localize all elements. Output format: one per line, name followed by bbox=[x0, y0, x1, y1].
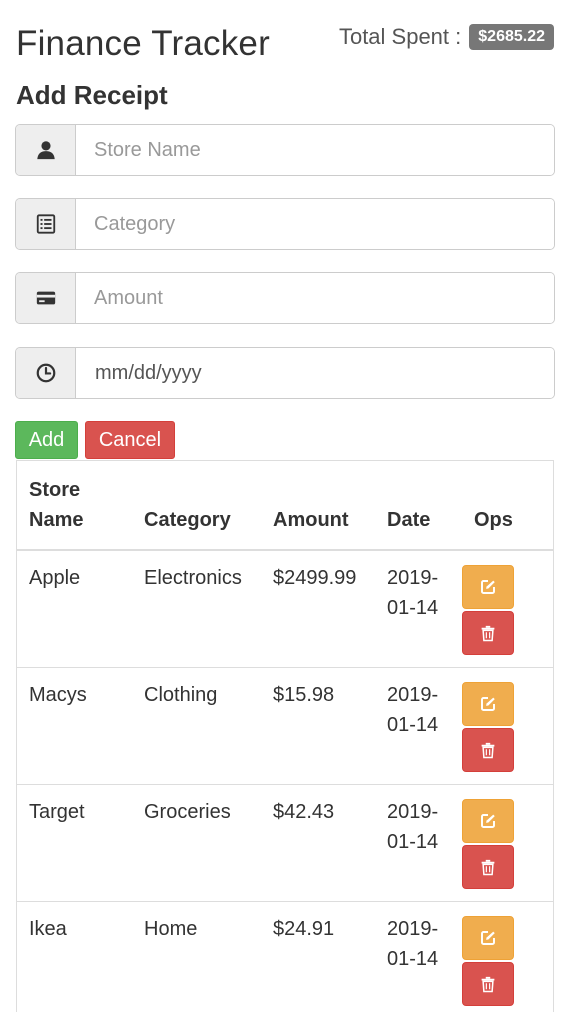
delete-button[interactable] bbox=[462, 727, 514, 772]
total-spent: Total Spent : $2685.22 bbox=[339, 24, 554, 50]
trash-icon bbox=[481, 976, 495, 992]
cell-amount: $42.43 bbox=[261, 784, 375, 902]
date-group: mm/dd/yyyy bbox=[15, 347, 555, 399]
amount-input[interactable] bbox=[76, 273, 554, 323]
cell-amount: $24.91 bbox=[261, 901, 375, 1012]
user-icon bbox=[16, 125, 76, 175]
amount-group bbox=[15, 272, 555, 324]
store-name-input[interactable] bbox=[76, 125, 554, 175]
edit-icon bbox=[481, 813, 495, 828]
table-header-row: Store Name Category Amount Date Ops bbox=[17, 461, 553, 551]
column-header-store: Store Name bbox=[17, 461, 132, 551]
cell-date: 2019-01-14 bbox=[375, 550, 462, 668]
cell-ops bbox=[462, 667, 553, 785]
trash-icon bbox=[481, 625, 495, 642]
cell-date: 2019-01-14 bbox=[375, 667, 462, 785]
table-row: Apple Electronics $2499.99 2019-01-14 bbox=[17, 550, 553, 668]
cell-store: Ikea bbox=[17, 901, 132, 1012]
table-row: Ikea Home $24.91 2019-01-14 bbox=[17, 901, 553, 1012]
cell-category: Home bbox=[132, 901, 261, 1012]
cell-category: Groceries bbox=[132, 784, 261, 902]
cell-ops bbox=[462, 550, 553, 668]
delete-button[interactable] bbox=[462, 844, 514, 889]
cell-date: 2019-01-14 bbox=[375, 901, 462, 1012]
header: Finance Tracker Total Spent : $2685.22 bbox=[16, 24, 554, 68]
total-spent-label: Total Spent : bbox=[338, 24, 462, 49]
form-heading: Add Receipt bbox=[16, 80, 168, 110]
date-input[interactable]: mm/dd/yyyy bbox=[76, 348, 554, 398]
cell-store: Macys bbox=[17, 667, 132, 785]
column-header-date: Date bbox=[375, 461, 462, 551]
cell-amount: $2499.99 bbox=[261, 550, 375, 668]
cell-store: Apple bbox=[17, 550, 132, 668]
total-spent-badge: $2685.22 bbox=[469, 24, 554, 50]
trash-icon bbox=[481, 742, 495, 758]
delete-button[interactable] bbox=[462, 611, 514, 655]
edit-icon bbox=[481, 696, 495, 711]
category-group bbox=[15, 198, 555, 250]
cell-ops bbox=[462, 901, 553, 1012]
edit-icon bbox=[481, 930, 495, 945]
edit-button[interactable] bbox=[462, 565, 514, 609]
table-row: Target Groceries $42.43 2019-01-14 bbox=[17, 784, 553, 902]
edit-icon bbox=[481, 580, 495, 594]
credit-card-icon bbox=[16, 273, 76, 323]
category-input[interactable] bbox=[76, 199, 554, 249]
table-row: Macys Clothing $15.98 2019-01-14 bbox=[17, 667, 553, 785]
delete-button[interactable] bbox=[462, 961, 514, 1006]
cancel-button[interactable]: Cancel bbox=[85, 421, 175, 459]
add-button[interactable]: Add bbox=[15, 421, 78, 459]
clock-icon bbox=[16, 348, 76, 398]
app-title: Finance Tracker bbox=[16, 24, 270, 63]
cell-ops bbox=[462, 784, 553, 902]
cell-store: Target bbox=[17, 784, 132, 902]
edit-button[interactable] bbox=[462, 681, 514, 726]
column-header-ops: Ops bbox=[462, 461, 553, 551]
edit-button[interactable] bbox=[462, 915, 514, 960]
trash-icon bbox=[481, 859, 495, 875]
cell-category: Clothing bbox=[132, 667, 261, 785]
edit-button[interactable] bbox=[462, 798, 514, 843]
list-icon bbox=[16, 199, 76, 249]
receipts-table: Store Name Category Amount Date Ops Appl… bbox=[16, 460, 554, 1012]
cell-amount: $15.98 bbox=[261, 667, 375, 785]
column-header-amount: Amount bbox=[261, 461, 375, 551]
column-header-category: Category bbox=[132, 461, 261, 551]
cell-date: 2019-01-14 bbox=[375, 784, 462, 902]
store-name-group bbox=[15, 124, 555, 176]
cell-category: Electronics bbox=[132, 550, 261, 668]
